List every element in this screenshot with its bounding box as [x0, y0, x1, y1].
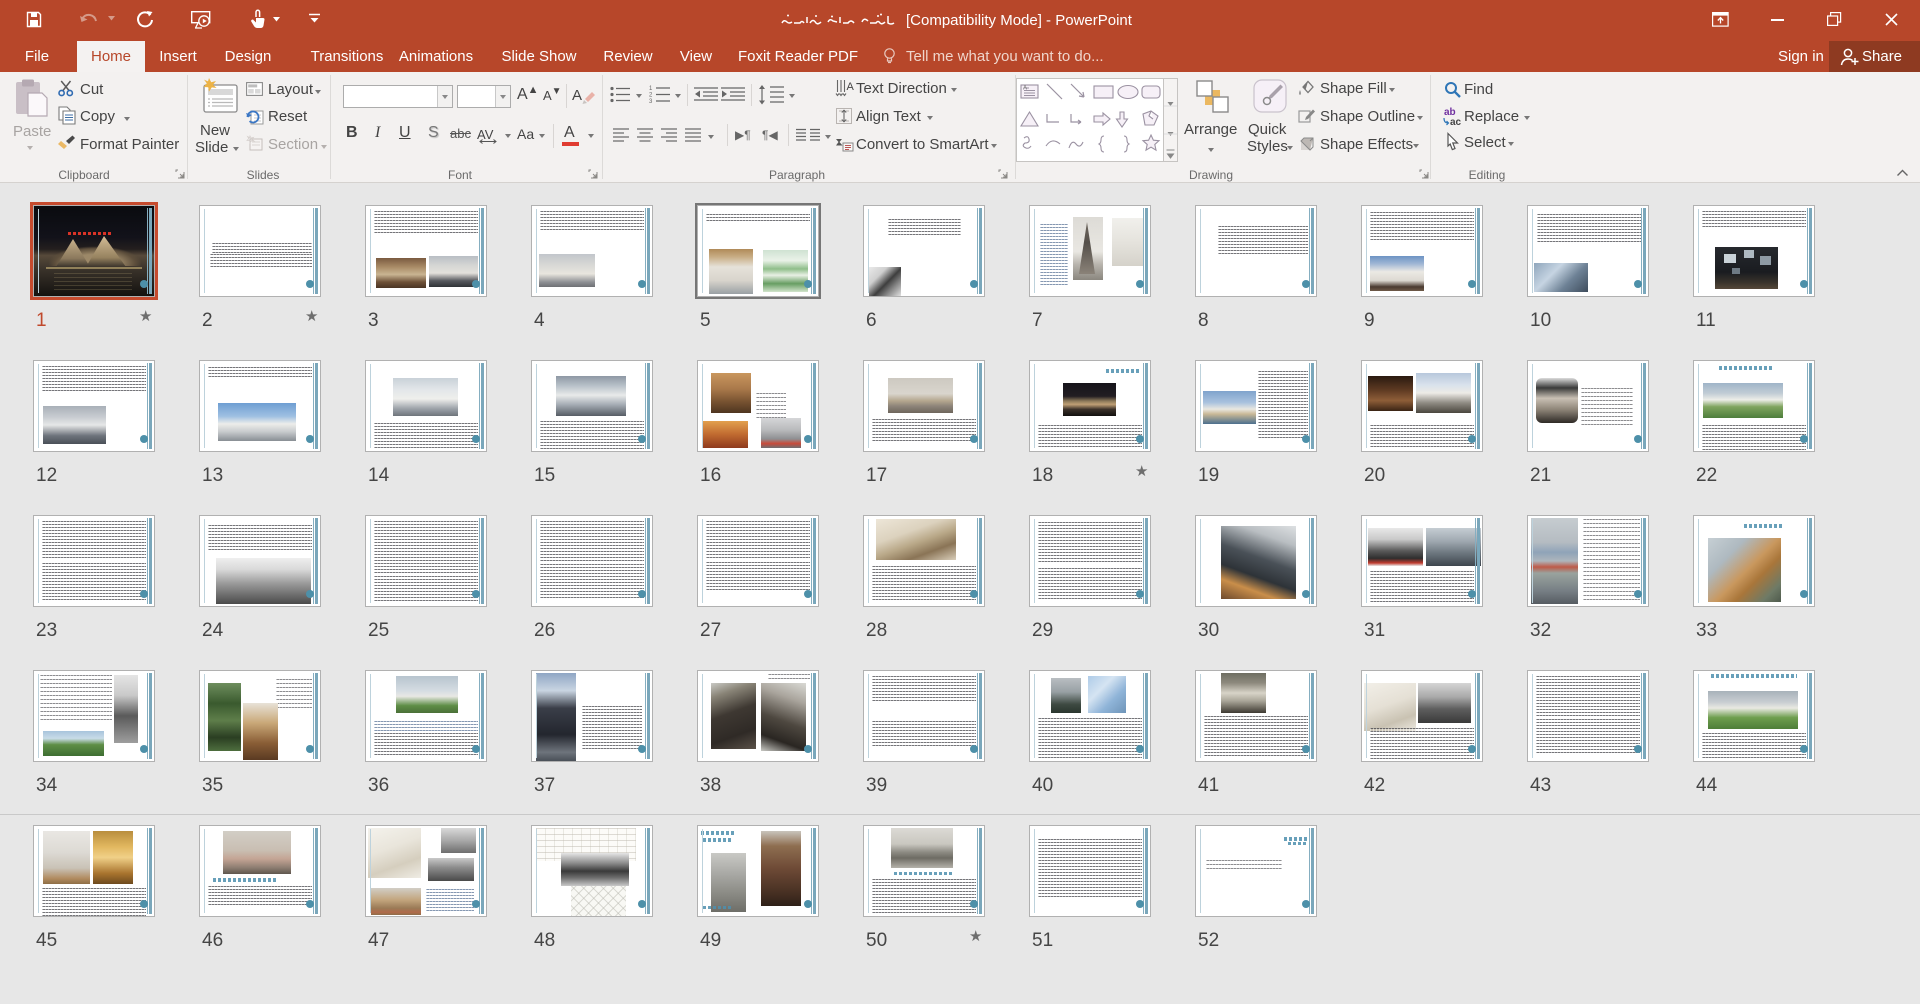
svg-text:A: A [847, 81, 855, 93]
svg-text:ac: ac [1450, 117, 1462, 128]
svg-text:AV: AV [477, 127, 494, 142]
svg-text:1: 1 [649, 86, 653, 92]
svg-text:2: 2 [649, 93, 653, 99]
svg-text:A: A [1023, 86, 1027, 92]
svg-text:A: A [572, 87, 582, 104]
